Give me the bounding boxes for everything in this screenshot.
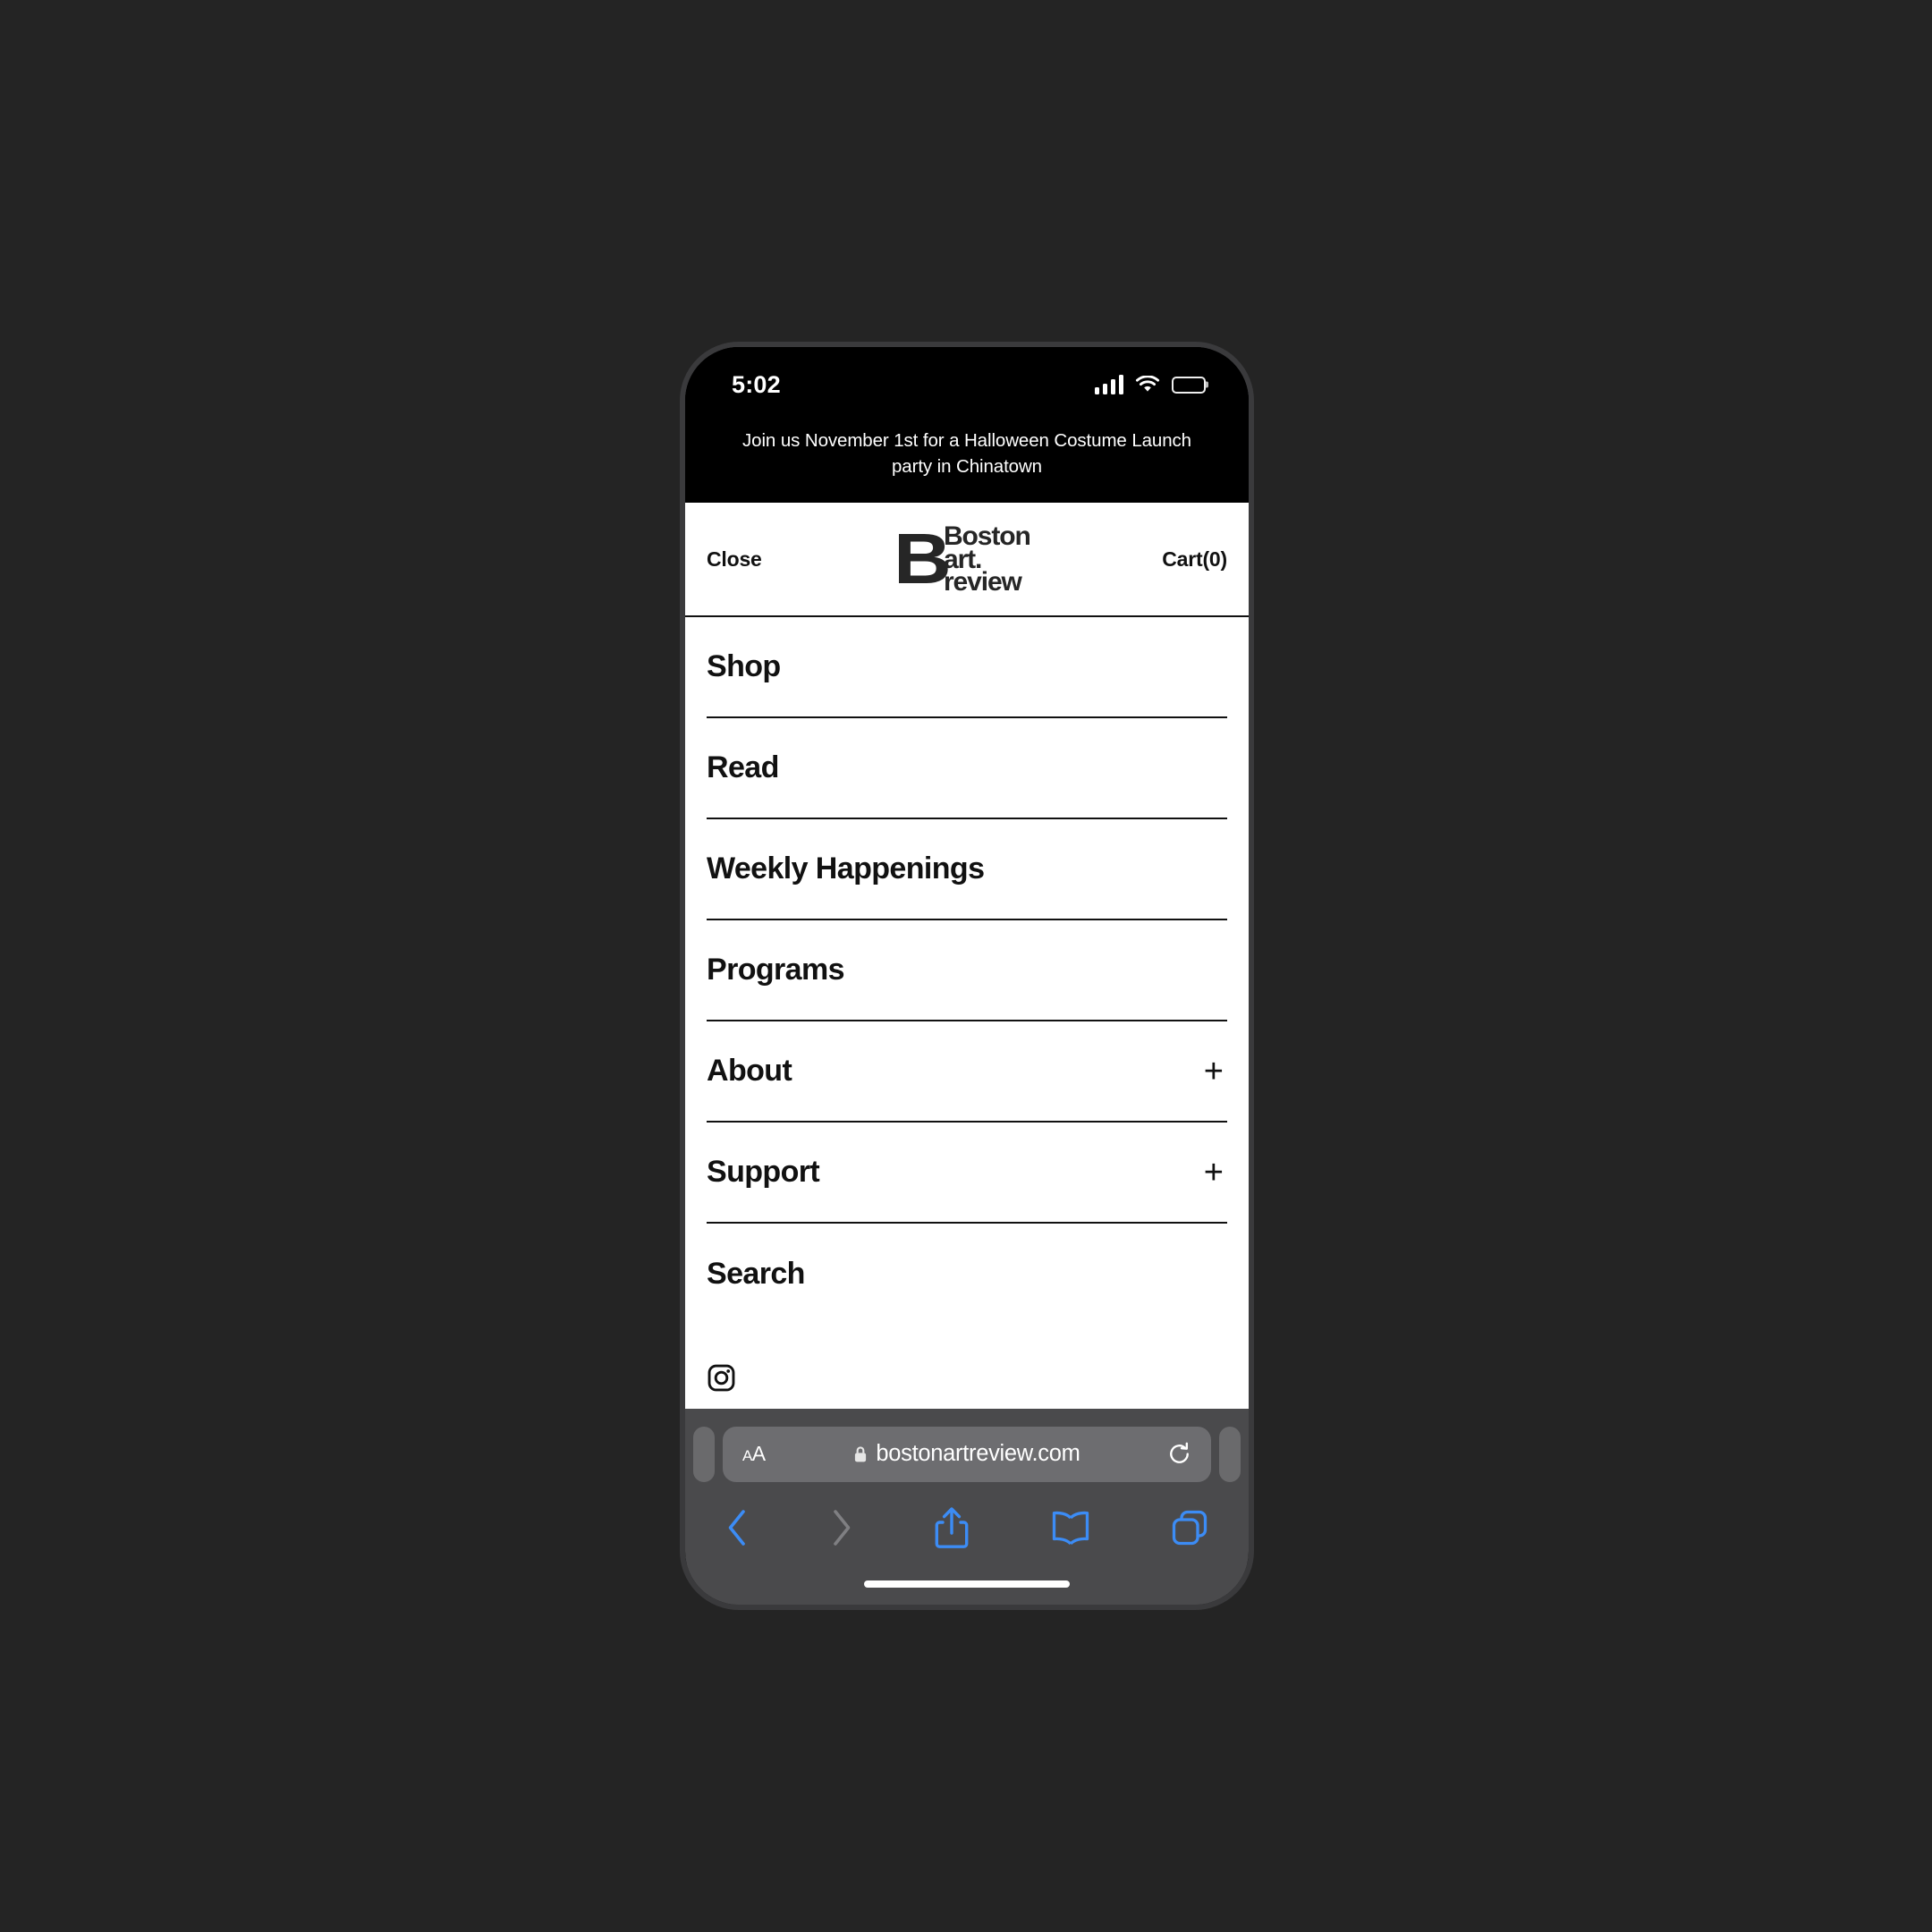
logo-wordmark: Boston art. review: [943, 523, 1031, 597]
wifi-icon: [1135, 375, 1160, 392]
safari-browser-chrome: AAAA bostonartreview.com: [685, 1409, 1249, 1605]
instagram-icon[interactable]: [707, 1363, 736, 1393]
lock-icon: [855, 1445, 867, 1462]
nav-item-label: Shop: [707, 649, 781, 684]
phone-screen: 5:02 Join us November 1st for a Hallowee…: [685, 347, 1249, 1605]
website-menu-panel: Close B Boston art. review Cart(0) Shop: [685, 503, 1249, 1409]
back-button[interactable]: [724, 1507, 750, 1548]
nav-item-label: Programs: [707, 953, 845, 987]
nav-item-shop[interactable]: Shop: [707, 617, 1227, 719]
tabs-icon: [1172, 1510, 1208, 1546]
site-logo[interactable]: B Boston art. review: [894, 519, 1031, 599]
announcement-banner: Join us November 1st for a Halloween Cos…: [685, 408, 1249, 504]
bookmarks-button[interactable]: [1050, 1510, 1091, 1546]
status-bar-time: 5:02: [732, 370, 781, 398]
address-bar[interactable]: AAAA bostonartreview.com: [723, 1426, 1211, 1482]
share-icon: [935, 1507, 969, 1548]
nav-item-read[interactable]: Read: [707, 718, 1227, 820]
address-bar-content: bostonartreview.com: [723, 1441, 1211, 1467]
nav-item-label: Read: [707, 750, 779, 785]
home-indicator-area: [685, 1563, 1249, 1605]
next-tab-edge[interactable]: [1219, 1426, 1241, 1482]
safari-url-row: AAAA bostonartreview.com: [685, 1421, 1249, 1487]
plus-icon[interactable]: +: [1204, 1055, 1227, 1089]
safari-toolbar: [685, 1487, 1249, 1563]
cellular-signal-icon: [1094, 375, 1123, 394]
navigation-menu: Shop Read Weekly Happenings Programs Abo…: [685, 617, 1249, 1363]
nav-item-about[interactable]: About +: [707, 1021, 1227, 1123]
forward-button[interactable]: [829, 1507, 854, 1548]
share-button[interactable]: [933, 1505, 970, 1550]
logo-line-3: review: [943, 566, 1022, 597]
url-text: bostonartreview.com: [876, 1441, 1080, 1466]
nav-item-label: Support: [707, 1155, 820, 1190]
tabs-button[interactable]: [1170, 1508, 1209, 1547]
close-menu-button[interactable]: Close: [707, 547, 762, 572]
cart-button[interactable]: Cart(0): [1162, 547, 1227, 572]
chevron-left-icon: [728, 1510, 745, 1546]
iphone-device-frame: 5:02 Join us November 1st for a Hallowee…: [680, 342, 1254, 1610]
nav-item-label: Search: [707, 1257, 805, 1292]
nav-item-support[interactable]: Support +: [707, 1123, 1227, 1224]
logo-b-mark: B: [894, 519, 952, 599]
plus-icon[interactable]: +: [1204, 1156, 1227, 1190]
nav-item-weekly-happenings[interactable]: Weekly Happenings: [707, 819, 1227, 921]
nav-item-label: About: [707, 1054, 792, 1089]
nav-item-label: Weekly Happenings: [707, 852, 985, 886]
previous-tab-edge[interactable]: [693, 1426, 715, 1482]
status-bar: 5:02: [685, 347, 1249, 408]
book-icon: [1052, 1511, 1089, 1546]
battery-low-icon: [1172, 376, 1206, 394]
nav-item-programs[interactable]: Programs: [707, 920, 1227, 1022]
home-indicator[interactable]: [864, 1580, 1070, 1588]
reload-icon[interactable]: [1167, 1442, 1191, 1466]
status-bar-icons: [1094, 375, 1206, 394]
social-links: [685, 1363, 1249, 1409]
chevron-right-icon: [833, 1510, 850, 1546]
screenshot-stage: 5:02 Join us November 1st for a Hallowee…: [0, 0, 1932, 1932]
text-size-button[interactable]: AAAA: [742, 1442, 766, 1466]
site-header: Close B Boston art. review Cart(0): [685, 503, 1249, 618]
nav-item-search[interactable]: Search: [707, 1224, 1227, 1325]
